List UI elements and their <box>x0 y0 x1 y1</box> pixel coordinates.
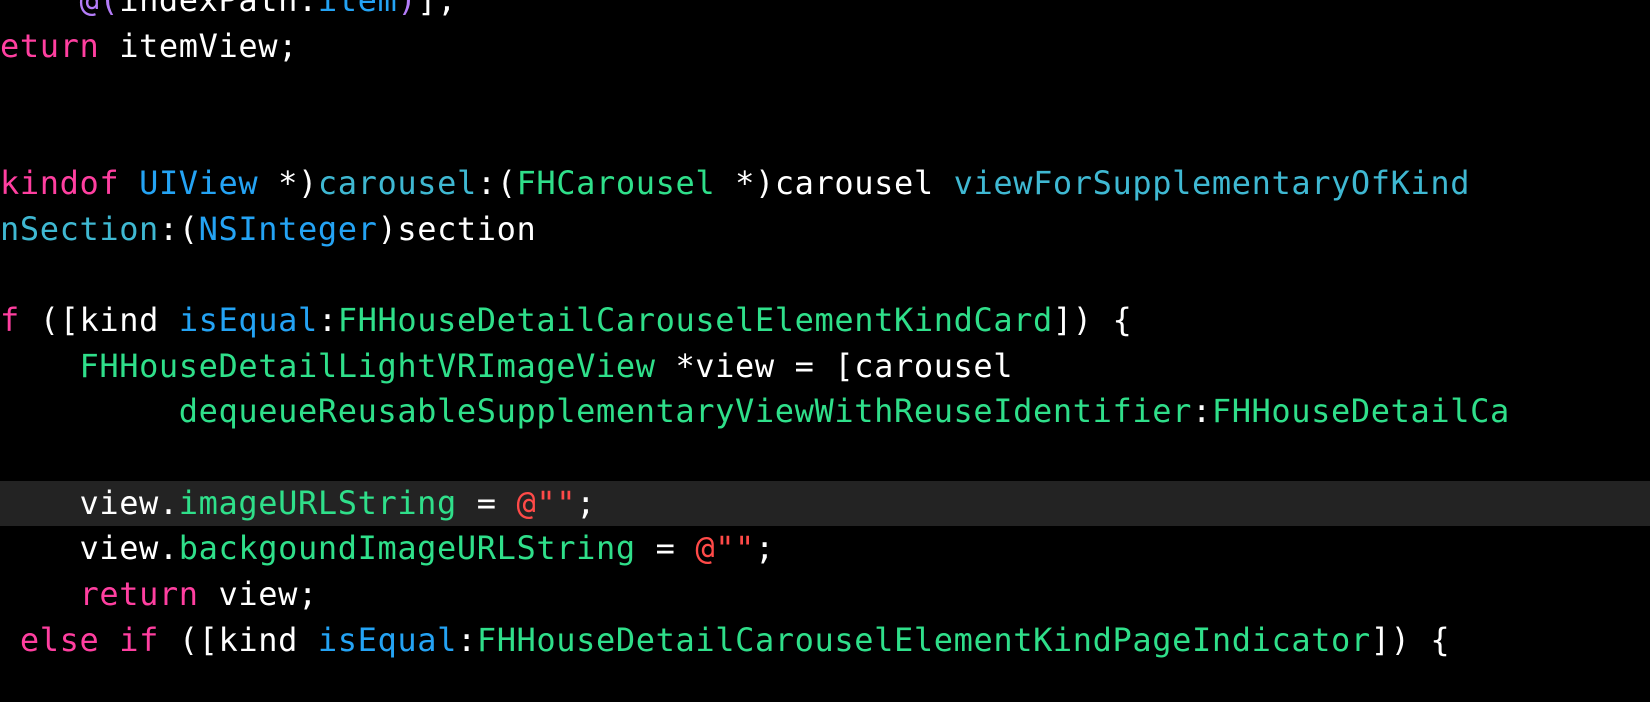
code-token-keyword: f <box>0 300 20 339</box>
code-token-plain: itemView; <box>99 26 298 65</box>
code-line[interactable] <box>0 252 1650 298</box>
code-token-plain: view; <box>198 575 318 614</box>
code-token-project: FHCarousel <box>516 163 716 202</box>
code-token-plain: ; <box>576 483 597 522</box>
code-token-keyword: kindof <box>0 163 120 202</box>
code-token-keyword: else <box>19 620 100 659</box>
code-line[interactable]: @(indexPath.item)]; <box>0 0 1650 24</box>
code-line[interactable]: f ([kind isEqual:FHHouseDetailCarouselEl… <box>0 298 1650 344</box>
code-token-plain: = <box>456 483 517 522</box>
code-line[interactable]: kindof UIView *)carousel:(FHCarousel *)c… <box>0 161 1650 207</box>
code-token-plain: *view = [carousel <box>655 346 1014 385</box>
code-token-keyword: if <box>119 620 159 659</box>
code-token-plain: ]) { <box>1370 620 1451 659</box>
code-token-plain: : <box>317 300 338 339</box>
code-line[interactable]: eturn itemView; <box>0 24 1650 70</box>
code-token-plain: ]) { <box>1052 300 1133 339</box>
code-token-plain: indexPath. <box>119 0 318 19</box>
code-token-project: FHHouseDetailCarouselElementKindPageIndi… <box>476 620 1371 659</box>
code-token-method: carousel <box>317 163 477 202</box>
code-token-string: @"" <box>516 483 577 522</box>
code-line[interactable]: else if ([kind isEqual:FHHouseDetailCaro… <box>0 618 1650 664</box>
code-token-plain: : <box>456 620 477 659</box>
code-token-keyword: return <box>79 575 199 614</box>
code-token-plain: *) <box>258 163 318 202</box>
code-token-plain: view. <box>0 483 179 522</box>
code-token-project: FHHouseDetailCa <box>1211 392 1510 431</box>
code-token-plain: *)carousel <box>715 163 954 202</box>
code-token-project: imageURLString <box>178 483 457 522</box>
code-token-plain: ([kind <box>19 300 179 339</box>
code-token-plain: = <box>635 529 696 568</box>
code-token-plain: ]; <box>417 0 457 19</box>
code-line[interactable]: dequeueReusableSupplementaryViewWithReus… <box>0 389 1650 435</box>
code-token-type: NSInteger <box>198 209 378 248</box>
code-token-macro: ) <box>397 0 418 19</box>
code-token-project: FHHouseDetailCarouselElementKindCard <box>337 300 1053 339</box>
code-token-method: nSection <box>0 209 159 248</box>
code-token-plain: ; <box>754 529 775 568</box>
code-token-project: dequeueReusableSupplementaryViewWithReus… <box>178 392 1192 431</box>
code-token-keyword: eturn <box>0 26 100 65</box>
code-line[interactable] <box>0 115 1650 161</box>
code-token-plain: )section <box>377 209 537 248</box>
code-token-type: isEqual <box>317 620 457 659</box>
code-token-project: backgoundImageURLString <box>178 529 636 568</box>
code-line[interactable] <box>0 69 1650 115</box>
code-token-type: UIView <box>139 163 259 202</box>
current-code-line[interactable]: view.imageURLString = @""; <box>0 480 1650 527</box>
code-token-plain: ([kind <box>158 620 318 659</box>
code-token-plain: view. <box>0 529 179 568</box>
code-line[interactable]: return view; <box>0 572 1650 618</box>
code-line[interactable] <box>0 435 1650 481</box>
code-line[interactable]: FHHouseDetailLightVRImageView *view = [c… <box>0 344 1650 390</box>
code-line[interactable]: view.backgoundImageURLString = @""; <box>0 526 1650 572</box>
code-line[interactable]: nSection:(NSInteger)section <box>0 207 1650 253</box>
code-token-plain: :( <box>476 163 517 202</box>
code-token-type: isEqual <box>178 300 318 339</box>
code-token-string: @"" <box>695 529 755 568</box>
code-token-plain: :( <box>158 209 199 248</box>
code-token-method: viewForSupplementaryOfKind <box>953 163 1471 202</box>
code-token-macro: @( <box>79 0 120 19</box>
code-token-project: FHHouseDetailLightVRImageView <box>79 346 656 385</box>
code-token-plain: : <box>1191 392 1212 431</box>
code-token-type: item <box>317 0 398 19</box>
code-editor[interactable]: @(indexPath.item)]; eturn itemView; kindof… <box>0 0 1650 702</box>
